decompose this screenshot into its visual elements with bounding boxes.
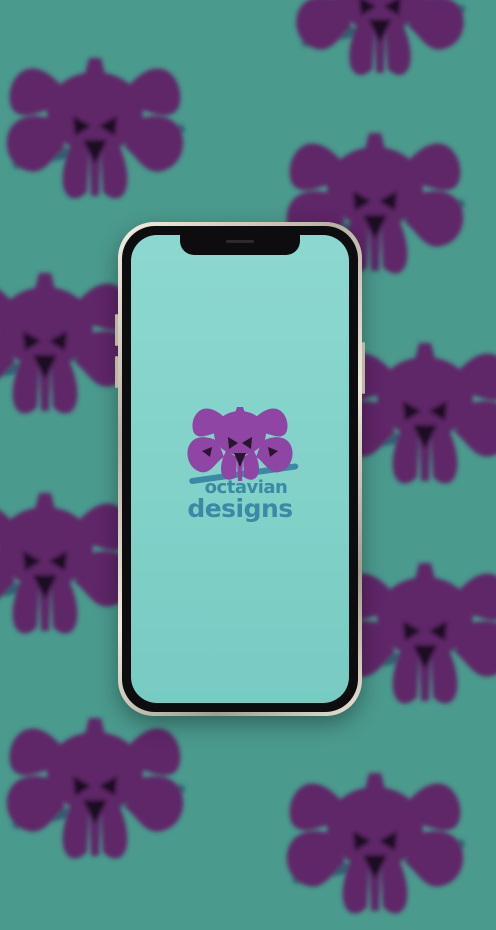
phone-screen: octavian designs [131, 235, 349, 703]
octopus-icon [187, 407, 299, 484]
phone-notch [180, 235, 300, 255]
speaker-grille [226, 240, 254, 243]
phone-bezel: octavian designs [122, 226, 358, 712]
power-button [362, 342, 365, 394]
side-button [115, 314, 118, 346]
brand-logo: octavian designs [175, 405, 305, 521]
phone-mockup: octavian designs [115, 222, 365, 716]
side-button [115, 356, 118, 388]
brand-name-line2: designs [187, 494, 293, 523]
